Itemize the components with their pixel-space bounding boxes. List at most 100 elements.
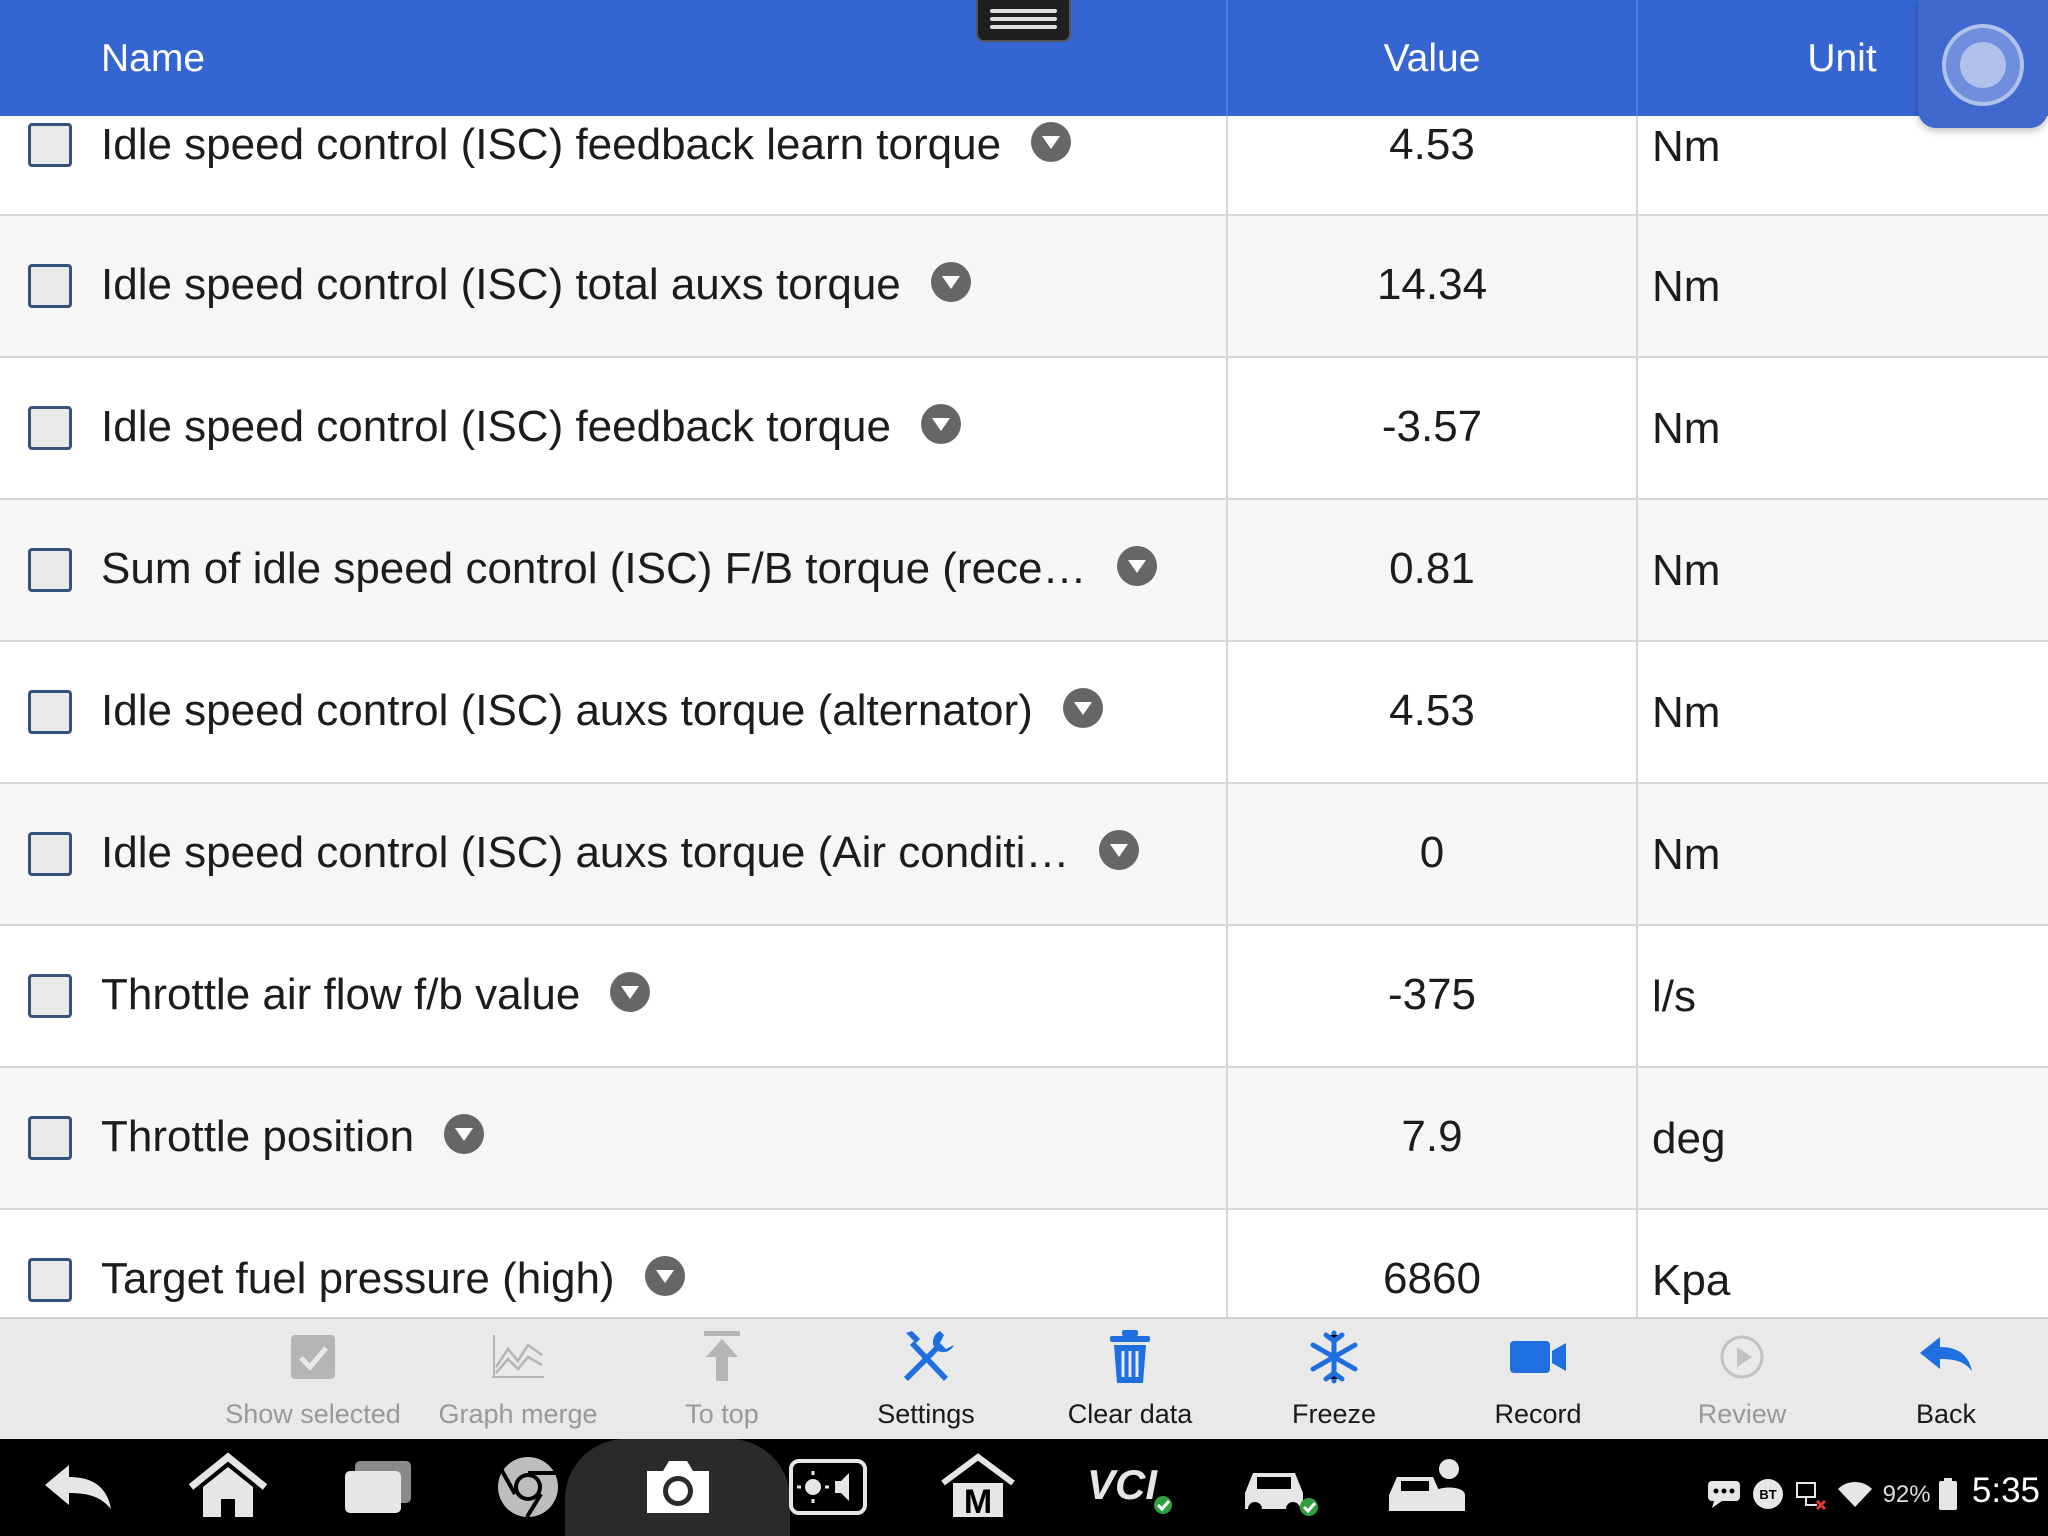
dropdown-arrow-icon[interactable] bbox=[610, 972, 651, 1013]
column-header-name: Name bbox=[101, 37, 206, 80]
parameter-unit: Kpa bbox=[1652, 1256, 1731, 1305]
battery-icon bbox=[1939, 1477, 1958, 1510]
parameter-name: Idle speed control (ISC) auxs torque (al… bbox=[101, 686, 1033, 735]
parameter-name: Throttle position bbox=[101, 1112, 415, 1161]
maxifix-icon[interactable]: M bbox=[933, 1447, 1023, 1527]
parameter-name: Idle speed control (ISC) feedback learn … bbox=[101, 120, 1002, 169]
system-navigation-bar: M VCI BT 92% 5:35 bbox=[0, 1439, 2048, 1536]
parameter-name: Target fuel pressure (high) bbox=[101, 1254, 615, 1303]
parameter-unit: Nm bbox=[1652, 688, 1721, 737]
parameter-unit: Nm bbox=[1652, 830, 1721, 879]
parameter-name: Idle speed control (ISC) total auxs torq… bbox=[101, 260, 901, 309]
battery-percentage: 92% bbox=[1882, 1481, 1931, 1508]
parameter-unit: Nm bbox=[1652, 546, 1721, 595]
table-row[interactable]: Target fuel pressure (high) 6860 Kpa bbox=[0, 1210, 2048, 1317]
recent-apps-icon[interactable] bbox=[333, 1447, 423, 1527]
parameter-name: Sum of idle speed control (ISC) F/B torq… bbox=[101, 544, 1087, 593]
parameter-value: 4.53 bbox=[1389, 686, 1475, 735]
table-row[interactable]: Idle speed control (ISC) auxs torque (Ai… bbox=[0, 784, 2048, 926]
row-checkbox[interactable] bbox=[28, 974, 72, 1018]
table-row[interactable]: Throttle position 7.9 deg bbox=[0, 1068, 2048, 1210]
back-button[interactable]: Back bbox=[1844, 1319, 2048, 1441]
dropdown-arrow-icon[interactable] bbox=[444, 1114, 485, 1155]
trash-icon bbox=[1110, 1330, 1150, 1383]
dropdown-arrow-icon[interactable] bbox=[930, 262, 971, 303]
video-camera-icon bbox=[1510, 1341, 1566, 1373]
row-checkbox[interactable] bbox=[28, 264, 72, 308]
table-row[interactable]: Idle speed control (ISC) auxs torque (al… bbox=[0, 642, 2048, 784]
live-data-table[interactable]: Idle speed control (ISC) feedback learn … bbox=[0, 116, 2048, 1317]
to-top-button[interactable]: To top bbox=[620, 1319, 824, 1441]
freeze-button[interactable]: Freeze bbox=[1232, 1319, 1436, 1441]
graph-merge-button[interactable]: Graph merge bbox=[416, 1319, 620, 1441]
snowflake-icon bbox=[1310, 1330, 1358, 1384]
brightness-volume-icon[interactable] bbox=[783, 1447, 873, 1527]
dropdown-arrow-icon[interactable] bbox=[1062, 688, 1103, 729]
bluetooth-icon: BT bbox=[1752, 1478, 1783, 1509]
parameter-unit: l/s bbox=[1652, 972, 1696, 1021]
parameter-value: 0.81 bbox=[1389, 544, 1475, 593]
dropdown-arrow-icon[interactable] bbox=[1031, 122, 1072, 163]
drag-handle[interactable] bbox=[976, 0, 1071, 42]
svg-text:VCI: VCI bbox=[1087, 1461, 1158, 1508]
table-row[interactable]: Idle speed control (ISC) total auxs torq… bbox=[0, 216, 2048, 358]
parameter-value: 7.9 bbox=[1401, 1112, 1463, 1161]
play-circle-icon bbox=[1720, 1335, 1764, 1379]
row-checkbox[interactable] bbox=[28, 406, 72, 450]
floating-assistive-button[interactable] bbox=[1918, 0, 2048, 128]
record-button[interactable]: Record bbox=[1436, 1319, 1640, 1441]
vci-icon[interactable]: VCI bbox=[1083, 1447, 1173, 1527]
parameter-unit: Nm bbox=[1652, 122, 1721, 171]
svg-text:M: M bbox=[964, 1483, 992, 1521]
dropdown-arrow-icon[interactable] bbox=[921, 404, 962, 445]
row-checkbox[interactable] bbox=[28, 690, 72, 734]
row-checkbox[interactable] bbox=[28, 1258, 72, 1302]
row-checkbox[interactable] bbox=[28, 123, 72, 167]
settings-button[interactable]: Settings bbox=[824, 1319, 1028, 1441]
car-service-icon[interactable] bbox=[1383, 1447, 1473, 1527]
svg-text:BT: BT bbox=[1759, 1487, 1776, 1502]
table-row[interactable]: Idle speed control (ISC) feedback learn … bbox=[0, 116, 2048, 216]
parameter-name: Idle speed control (ISC) auxs torque (Ai… bbox=[101, 828, 1070, 877]
table-row[interactable]: Throttle air flow f/b value -375 l/s bbox=[0, 926, 2048, 1068]
chat-icon bbox=[1708, 1480, 1741, 1508]
back-icon[interactable] bbox=[35, 1447, 125, 1527]
parameter-unit: Nm bbox=[1652, 404, 1721, 453]
parameter-name: Throttle air flow f/b value bbox=[101, 970, 581, 1019]
row-checkbox[interactable] bbox=[28, 548, 72, 592]
clock: 5:35 bbox=[1971, 1471, 2040, 1510]
checkbox-icon bbox=[291, 1335, 335, 1379]
row-checkbox[interactable] bbox=[28, 1116, 72, 1160]
home-icon[interactable] bbox=[183, 1447, 273, 1527]
bottom-toolbar: Show selected Graph merge To top Setting… bbox=[0, 1317, 2048, 1439]
parameter-value: 0 bbox=[1419, 828, 1445, 877]
network-icon bbox=[1796, 1481, 1827, 1510]
to-top-icon bbox=[704, 1331, 740, 1381]
dropdown-arrow-icon[interactable] bbox=[644, 1256, 685, 1297]
parameter-value: 4.53 bbox=[1389, 120, 1475, 169]
review-button[interactable]: Review bbox=[1640, 1319, 1844, 1441]
graph-merge-icon bbox=[492, 1335, 544, 1378]
column-header-value: Value bbox=[1383, 37, 1481, 80]
parameter-value: 6860 bbox=[1383, 1254, 1481, 1303]
column-divider bbox=[1226, 116, 1228, 1317]
row-checkbox[interactable] bbox=[28, 832, 72, 876]
parameter-value: -375 bbox=[1387, 970, 1477, 1019]
chrome-icon[interactable] bbox=[483, 1447, 573, 1527]
status-area: BT 92% 5:35 bbox=[1706, 1439, 2040, 1536]
camera-icon[interactable] bbox=[633, 1447, 723, 1527]
show-selected-button[interactable]: Show selected bbox=[211, 1319, 415, 1441]
table-row[interactable]: Sum of idle speed control (ISC) F/B torq… bbox=[0, 500, 2048, 642]
parameter-unit: deg bbox=[1652, 1114, 1726, 1163]
parameter-unit: Nm bbox=[1652, 262, 1721, 311]
dropdown-arrow-icon[interactable] bbox=[1099, 830, 1140, 871]
wrench-screwdriver-icon bbox=[904, 1331, 954, 1381]
table-row[interactable]: Idle speed control (ISC) feedback torque… bbox=[0, 358, 2048, 500]
parameter-value: 14.34 bbox=[1376, 260, 1488, 309]
dropdown-arrow-icon[interactable] bbox=[1116, 546, 1157, 587]
parameter-value: -3.57 bbox=[1381, 402, 1483, 451]
back-arrow-icon bbox=[1920, 1337, 1972, 1371]
parameter-name: Idle speed control (ISC) feedback torque bbox=[101, 402, 892, 451]
clear-data-button[interactable]: Clear data bbox=[1028, 1319, 1232, 1441]
car-check-icon[interactable] bbox=[1233, 1447, 1323, 1527]
